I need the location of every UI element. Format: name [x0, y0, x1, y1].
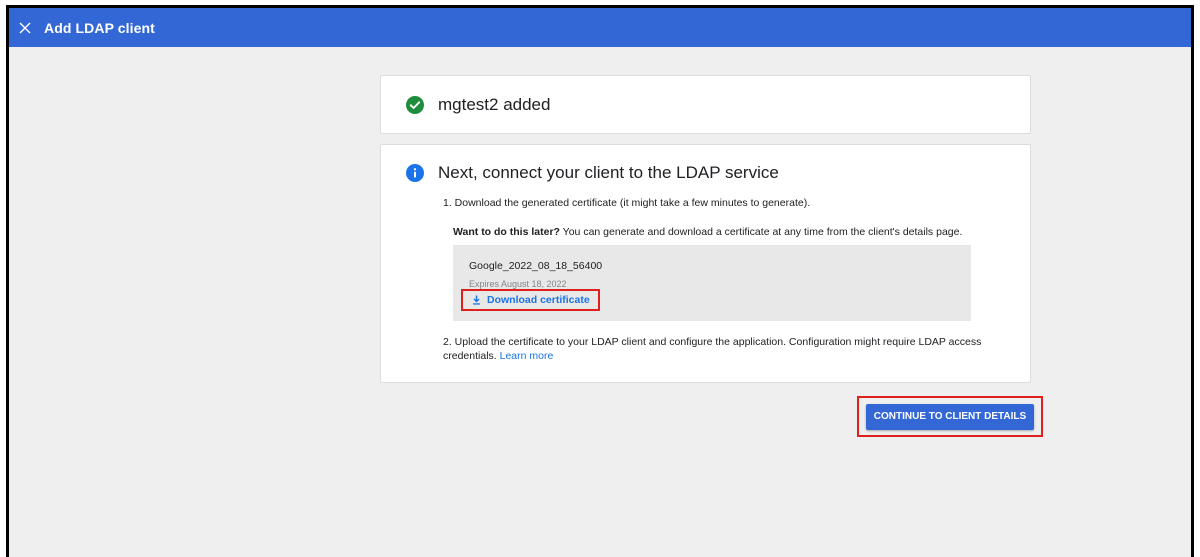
- learn-more-link[interactable]: Learn more: [500, 350, 554, 362]
- download-certificate-label: Download certificate: [487, 294, 590, 306]
- page-title: Add LDAP client: [44, 19, 155, 36]
- download-icon: [472, 295, 481, 305]
- continue-to-client-details-button[interactable]: CONTINUE TO CLIENT DETAILS: [866, 403, 1034, 430]
- download-certificate-link[interactable]: Download certificate: [461, 289, 600, 311]
- next-steps-card: Next, connect your client to the LDAP se…: [380, 144, 1031, 383]
- status-card: mgtest2 added: [380, 75, 1031, 134]
- later-note: Want to do this later? You can generate …: [453, 226, 962, 238]
- next-steps-header: Next, connect your client to the LDAP se…: [406, 163, 779, 183]
- continue-highlight: CONTINUE TO CLIENT DETAILS: [857, 396, 1043, 437]
- certificate-name: Google_2022_08_18_56400: [469, 260, 603, 272]
- dialog-frame: Add LDAP client mgtest2 added Next, conn…: [6, 5, 1194, 557]
- close-icon[interactable]: [18, 21, 32, 35]
- step-2-text: 2. Upload the certificate to your LDAP c…: [443, 335, 1003, 363]
- later-note-text: You can generate and download a certific…: [559, 226, 963, 238]
- certificate-box: Google_2022_08_18_56400 Expires August 1…: [453, 245, 971, 321]
- certificate-expiry: Expires August 18, 2022: [469, 279, 567, 289]
- step-1-text: 1. Download the generated certificate (i…: [443, 197, 811, 209]
- top-bar: Add LDAP client: [9, 8, 1191, 47]
- check-circle-icon: [406, 95, 424, 114]
- status-message: mgtest2 added: [438, 94, 551, 114]
- info-icon: [406, 164, 424, 182]
- later-note-bold: Want to do this later?: [453, 226, 560, 238]
- next-steps-title: Next, connect your client to the LDAP se…: [438, 163, 779, 182]
